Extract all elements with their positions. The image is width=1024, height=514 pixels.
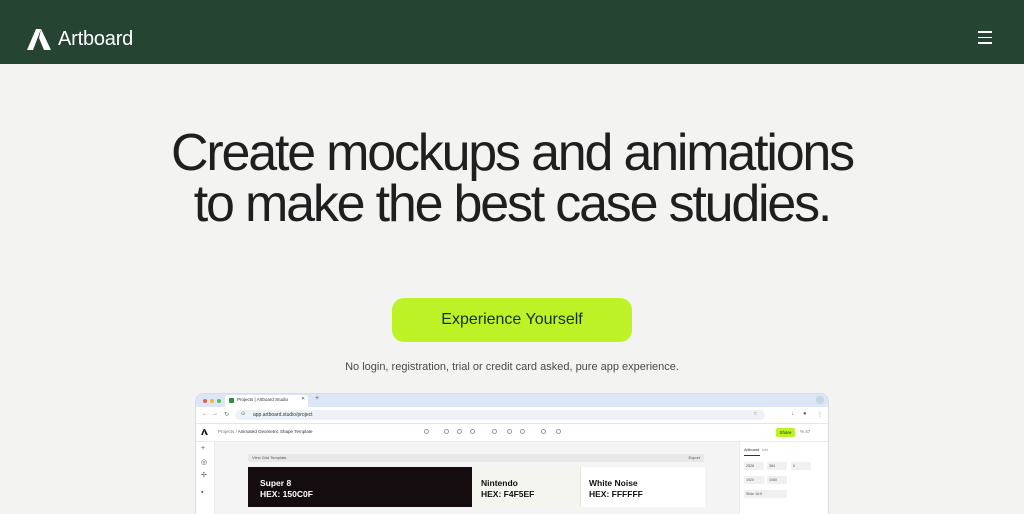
- mock-app-toolbar: Projects / Animated Geometric Shape Temp…: [196, 424, 828, 442]
- swatch-name: Super 8: [260, 478, 292, 488]
- panel-title: Artboard Info: [744, 447, 768, 452]
- mock-url-text: app.artboard.studio/project: [253, 412, 313, 418]
- star-icon: ☆: [753, 411, 758, 417]
- maximize-dot-icon: [217, 399, 221, 403]
- artboard-logo-icon: [27, 28, 51, 50]
- tab-list-icon: [816, 396, 824, 404]
- image-tool-icon: [470, 429, 475, 434]
- minimize-dot-icon: [210, 399, 214, 403]
- mock-zoom-level: % 47: [800, 429, 811, 434]
- mock-properties-panel: Artboard Info 2528 384 0 1920 1080 Slide…: [739, 442, 828, 514]
- panel-field-width: 1920: [744, 476, 764, 484]
- swatch-name: Nintendo: [481, 478, 518, 488]
- magic-tool-icon: [492, 429, 497, 434]
- close-dot-icon: [203, 399, 207, 403]
- mock-tab-title: Projects | Artboard Studio: [237, 397, 288, 402]
- hero-title: Create mockups and animations to make th…: [171, 124, 855, 233]
- swatch-hex: HEX: FFFFFF: [589, 489, 643, 499]
- panel-field-x: 2528: [744, 462, 764, 470]
- breadcrumb-root: Projects: [218, 429, 235, 434]
- swatch-card: Nintendo HEX: F4F5EF: [472, 467, 580, 507]
- canvas-bar-left-label: View Grid Template: [252, 455, 287, 460]
- artboard-small-logo-icon: [201, 429, 208, 435]
- settings-icon: ▪: [201, 489, 204, 496]
- layers-icon: ◎: [201, 459, 208, 466]
- pen-tool-icon: [424, 429, 429, 434]
- brand-link[interactable]: Artboard: [27, 28, 133, 50]
- shape-tool-icon: [444, 429, 449, 434]
- profile-icon: ●: [803, 411, 807, 417]
- back-icon: ←: [202, 411, 208, 417]
- brand-name: Artboard: [58, 28, 134, 50]
- add-icon: +: [201, 445, 206, 452]
- forward-icon: →: [212, 411, 218, 417]
- effects-icon: ✢: [201, 472, 207, 479]
- hamburger-menu-icon[interactable]: [978, 31, 994, 44]
- swatch-hex: HEX: F4F5EF: [481, 489, 535, 499]
- panel-field-height: 1080: [767, 476, 787, 484]
- mock-address-bar: ← → ↻ ⊙ app.artboard.studio/project ☆ ↓ …: [196, 407, 828, 424]
- mock-breadcrumb: Projects / Animated Geometric Shape Temp…: [218, 429, 313, 434]
- undo-icon: [541, 429, 546, 434]
- mock-url-field: ⊙ app.artboard.studio/project ☆: [235, 410, 765, 420]
- canvas-bar-right-label: Export: [688, 455, 700, 460]
- text-tool-icon: [457, 429, 462, 434]
- favicon-icon: [229, 398, 234, 403]
- mock-canvas-bar: View Grid Template Export: [248, 454, 704, 462]
- panel-title-text: Artboard: [744, 447, 760, 452]
- grid-icon: [556, 429, 561, 434]
- reload-icon: ↻: [224, 412, 230, 418]
- download-icon: ↓: [791, 411, 794, 417]
- swatch-name: White Noise: [589, 478, 638, 488]
- comment-tool-icon: [520, 429, 525, 434]
- mock-share-button: Share: [776, 428, 795, 437]
- swatch-card: White Noise HEX: FFFFFF: [580, 467, 705, 507]
- panel-tab-info: Info: [761, 447, 769, 452]
- swatch-card: Super 8 HEX: 150C0F: [248, 467, 472, 507]
- mock-left-rail: + ◎ ✢ ▪: [196, 442, 215, 514]
- browser-menu-icon: ⋮: [817, 412, 823, 418]
- breadcrumb-current: Animated Geometric Shape Template: [237, 429, 313, 434]
- new-tab-icon: +: [315, 395, 320, 402]
- mock-tab-bar: Projects | Artboard Studio ✕ +: [196, 394, 828, 407]
- top-navbar: Artboard: [0, 0, 1024, 64]
- panel-tab-underline: [744, 455, 760, 456]
- site-info-icon: ⊙: [241, 411, 246, 417]
- panel-field-y: 384: [767, 462, 787, 470]
- experience-yourself-button[interactable]: Experience Yourself: [392, 298, 632, 342]
- tab-close-icon: ✕: [301, 396, 306, 402]
- hand-tool-icon: [507, 429, 512, 434]
- app-screenshot-mockup: Projects | Artboard Studio ✕ + ← → ↻ ⊙ a…: [196, 394, 828, 514]
- mock-browser-tab: Projects | Artboard Studio ✕: [225, 395, 308, 407]
- no-login-note: No login, registration, trial or credit …: [345, 361, 679, 373]
- panel-field-preset: Slide 16:9: [744, 490, 787, 498]
- panel-field-rotation: 0: [791, 462, 811, 470]
- swatch-hex: HEX: 150C0F: [260, 489, 313, 499]
